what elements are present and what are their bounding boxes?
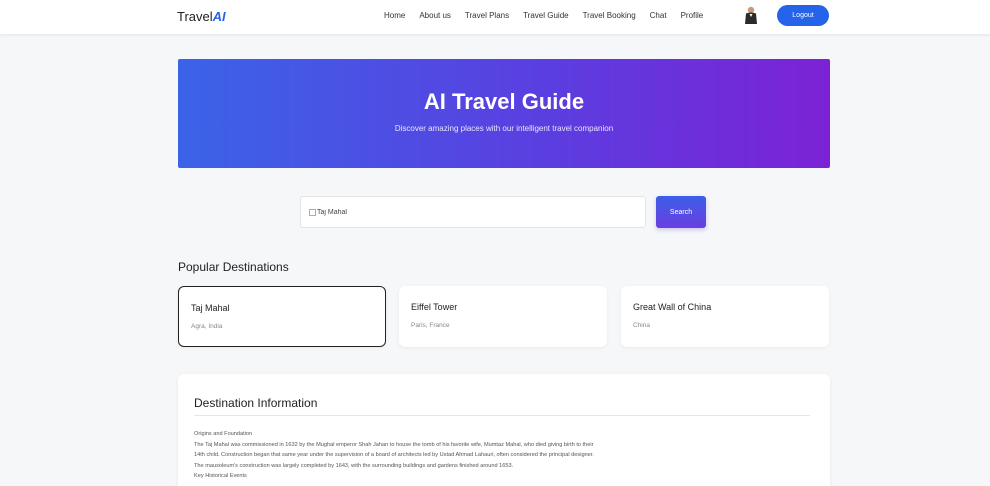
divider [194, 415, 810, 416]
info-paragraph-line: The mausoleum's construction was largely… [194, 462, 514, 469]
info-subheading: Key Historical Events [194, 473, 247, 480]
destination-info-body: Origins and Foundation The Taj Mahal was… [194, 429, 810, 482]
profile-avatar-icon[interactable] [744, 6, 758, 24]
search-button[interactable]: Search [656, 196, 706, 228]
nav-chat[interactable]: Chat [650, 11, 667, 20]
hero-subtitle: Discover amazing places with our intelli… [394, 124, 614, 133]
nav-home[interactable]: Home [384, 11, 405, 20]
info-paragraph-line: The Taj Mahal was commissioned in 1632 b… [194, 441, 594, 448]
info-paragraph-line: 14th child. Construction began that same… [194, 452, 594, 459]
brand-prefix: Travel [177, 9, 213, 24]
info-subheading: Origins and Foundation [194, 431, 253, 437]
destination-name: Eiffel Tower [411, 302, 458, 312]
destination-info-card: Destination Information Origins and Foun… [178, 374, 830, 486]
destination-name: Great Wall of China [633, 302, 712, 312]
destination-card-great-wall[interactable]: Great Wall of China China [621, 286, 829, 347]
destination-location: Agra, India [191, 323, 223, 330]
search-box [300, 196, 646, 228]
brand-suffix: AI [212, 9, 226, 24]
top-navbar: TravelAI Home About us Travel Plans Trav… [0, 0, 990, 34]
search-icon [309, 209, 316, 216]
nav-travel-guide[interactable]: Travel Guide [523, 11, 569, 20]
popular-destinations-heading: Popular Destinations [178, 260, 289, 274]
hero-banner: AI Travel Guide Discover amazing places … [178, 59, 830, 168]
hero-title: AI Travel Guide [423, 89, 585, 114]
nav-about-us[interactable]: About us [419, 11, 451, 20]
destination-card-eiffel-tower[interactable]: Eiffel Tower Paris, France [399, 286, 607, 347]
destination-location: Paris, France [411, 322, 450, 329]
destination-name: Taj Mahal [191, 303, 230, 313]
destination-card-taj-mahal[interactable]: Taj Mahal Agra, India [178, 286, 386, 347]
logout-button[interactable]: Logout [777, 5, 829, 26]
nav-travel-plans[interactable]: Travel Plans [465, 11, 509, 20]
search-input[interactable] [317, 197, 637, 227]
nav-profile[interactable]: Profile [681, 11, 704, 20]
nav-travel-booking[interactable]: Travel Booking [583, 11, 636, 20]
destination-location: China [633, 322, 650, 329]
destination-info-title: Destination Information [194, 396, 318, 410]
nav-links: Home About us Travel Plans Travel Guide … [384, 11, 717, 20]
brand-logo[interactable]: TravelAI [177, 9, 226, 24]
